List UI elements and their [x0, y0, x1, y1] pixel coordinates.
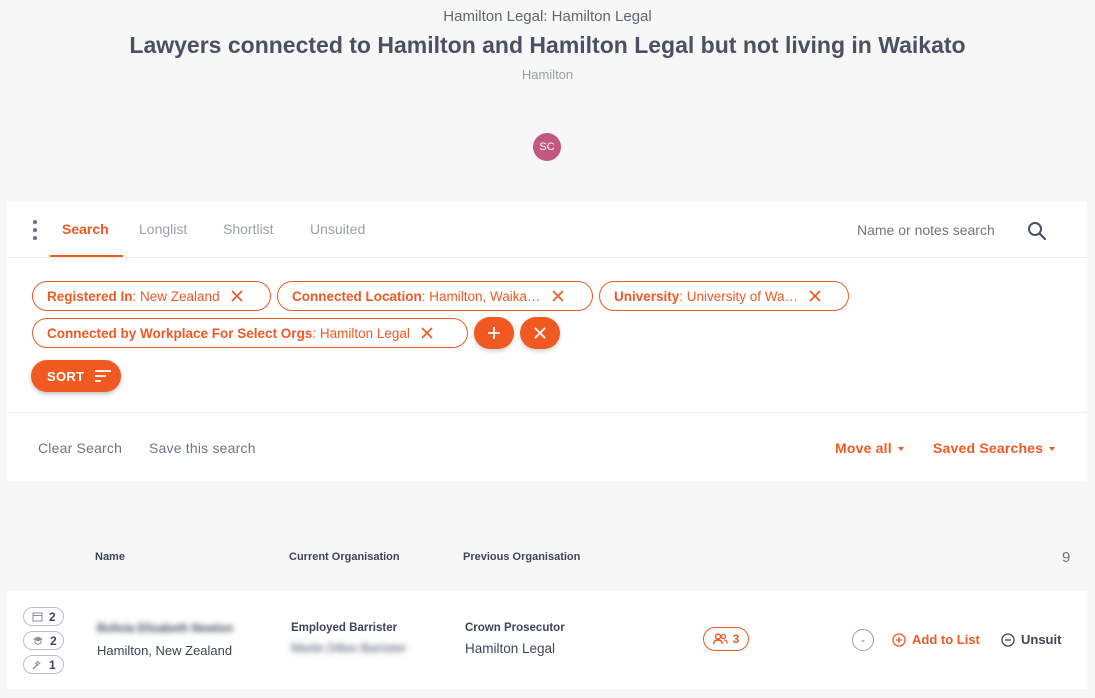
unsuit-label: Unsuit — [1021, 632, 1062, 647]
current-org: Martin Dillon Barrister — [291, 641, 407, 655]
column-header-previous-org[interactable]: Previous Organisation — [463, 551, 580, 563]
status-button[interactable]: - — [852, 629, 874, 651]
chevron-down-icon — [1049, 447, 1056, 452]
saved-searches-dropdown[interactable]: Saved Searches — [933, 440, 1056, 456]
table-row[interactable]: 2 2 1 Bolivia Elizabeth Newton Hamilton,… — [7, 591, 1087, 689]
sort-icon — [95, 370, 112, 382]
save-search-link[interactable]: Save this search — [149, 440, 256, 456]
filter-chip-workplace[interactable]: Connected by Workplace For Select Orgs: … — [32, 318, 468, 348]
users-icon — [712, 633, 728, 645]
filter-key: Connected by Workplace For Select Orgs — [47, 325, 313, 341]
filter-value: : Hamilton, Waika… — [421, 288, 541, 304]
tab-unsuited[interactable]: Unsuited — [310, 221, 365, 237]
filter-value: : University of Wa… — [679, 288, 799, 304]
graduation-cap-icon — [33, 636, 43, 646]
page-subtitle: Hamilton Legal: Hamilton Legal — [443, 8, 652, 25]
filter-chip-connected-location[interactable]: Connected Location: Hamilton, Waika… — [277, 281, 593, 311]
filter-key: University — [614, 288, 680, 304]
more-menu-icon[interactable] — [31, 220, 39, 240]
minus-circle-icon — [1001, 632, 1015, 647]
add-to-list-button[interactable]: Add to List — [892, 632, 980, 647]
tab-search[interactable]: Search — [62, 221, 109, 237]
add-to-list-label: Add to List — [912, 632, 980, 647]
close-icon[interactable] — [808, 289, 822, 303]
column-header-name[interactable]: Name — [95, 551, 125, 563]
search-panel: Search Longlist Shortlist Unsuited Regis… — [7, 202, 1087, 481]
close-icon[interactable] — [420, 326, 434, 340]
plus-circle-icon — [892, 632, 906, 647]
tab-shortlist[interactable]: Shortlist — [223, 221, 274, 237]
filter-key: Connected Location — [292, 288, 422, 304]
stat-value: 1 — [49, 657, 56, 672]
stat-calendar[interactable]: 2 — [23, 607, 64, 626]
chevron-down-icon — [897, 447, 904, 452]
close-icon — [534, 327, 546, 339]
close-icon[interactable] — [551, 289, 565, 303]
move-all-dropdown[interactable]: Move all — [835, 440, 904, 456]
calendar-icon — [32, 612, 43, 622]
stat-education[interactable]: 2 — [23, 631, 64, 650]
column-header-current-org[interactable]: Current Organisation — [289, 551, 400, 563]
clear-filters-button[interactable] — [520, 317, 560, 349]
filter-value: : New Zealand — [132, 288, 220, 304]
sort-button[interactable]: SORT — [31, 360, 121, 392]
result-count: 9 — [1062, 549, 1071, 566]
page-title: Lawyers connected to Hamilton and Hamilt… — [129, 32, 966, 58]
filter-value: : Hamilton Legal — [312, 325, 410, 341]
filter-chip-university[interactable]: University: University of Wa… — [599, 281, 849, 311]
connections-badge[interactable]: 3 — [703, 627, 749, 651]
close-icon[interactable] — [230, 289, 244, 303]
stat-value: 2 — [50, 633, 57, 648]
search-icon[interactable] — [1027, 221, 1047, 241]
divider — [7, 412, 1087, 413]
tab-longlist[interactable]: Longlist — [139, 221, 187, 237]
filter-chip-registered-in[interactable]: Registered In: New Zealand — [32, 281, 271, 311]
clear-search-link[interactable]: Clear Search — [38, 440, 122, 456]
sort-label: SORT — [47, 368, 85, 384]
candidate-name[interactable]: Bolivia Elizabeth Newton — [97, 623, 233, 635]
gavel-icon — [32, 660, 41, 670]
add-filter-button[interactable] — [474, 317, 514, 349]
active-tab-indicator — [50, 255, 123, 257]
search-input[interactable] — [857, 222, 1007, 238]
plus-icon — [488, 327, 500, 339]
stat-gavel[interactable]: 1 — [23, 655, 64, 674]
previous-role: Crown Prosecutor — [465, 622, 565, 634]
unsuit-button[interactable]: Unsuit — [1001, 632, 1061, 647]
page-location: Hamilton — [521, 67, 574, 82]
previous-org: Hamilton Legal — [465, 641, 556, 656]
current-role: Employed Barrister — [291, 622, 398, 634]
stat-value: 2 — [49, 609, 56, 624]
move-all-label: Move all — [835, 440, 892, 456]
connections-count: 3 — [732, 632, 740, 646]
candidate-location: Hamilton, New Zealand — [97, 643, 233, 658]
saved-searches-label: Saved Searches — [933, 440, 1044, 456]
avatar[interactable]: SC — [533, 133, 561, 161]
tab-bar: Search Longlist Shortlist Unsuited — [7, 202, 1087, 258]
filter-key: Registered In — [47, 288, 133, 304]
